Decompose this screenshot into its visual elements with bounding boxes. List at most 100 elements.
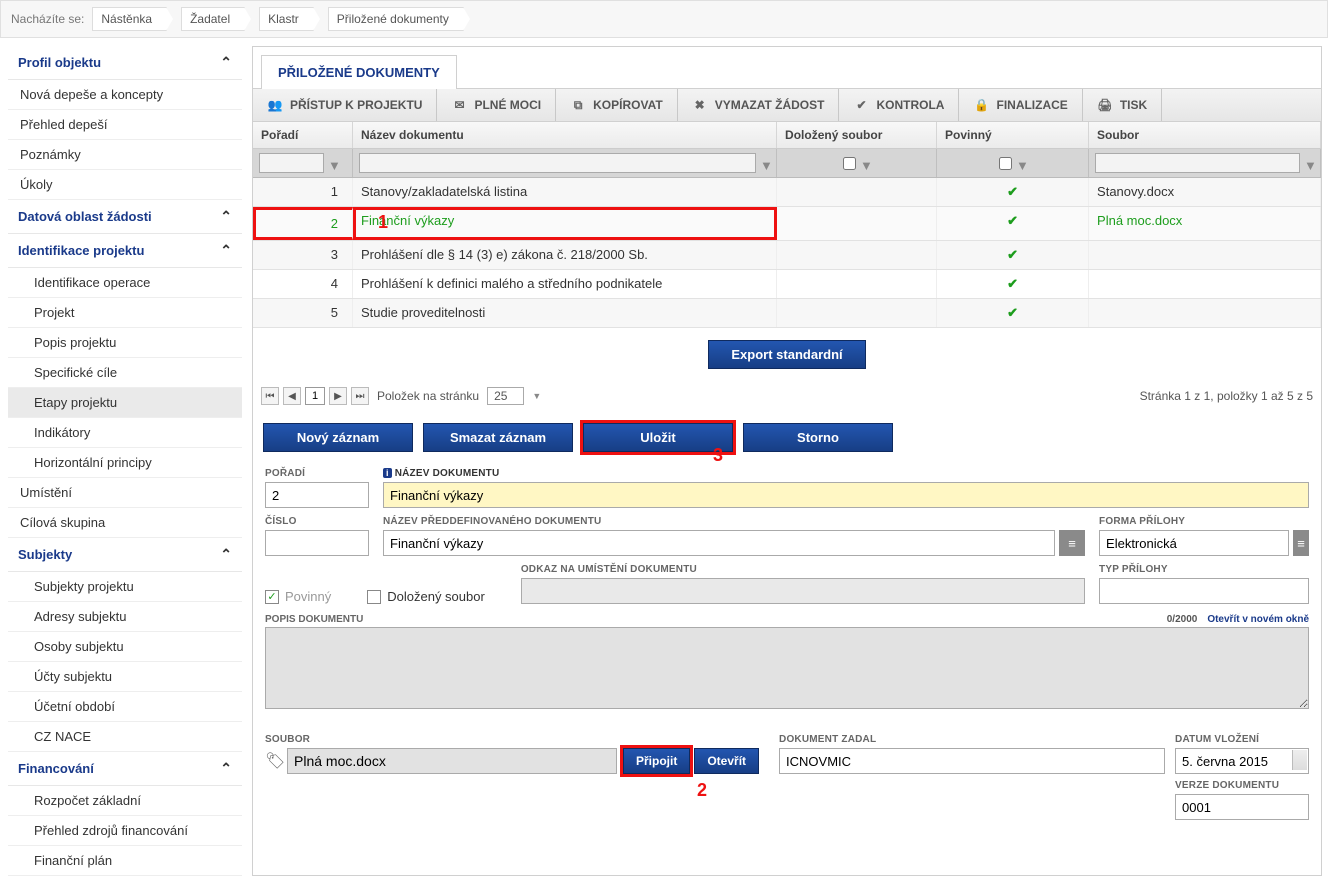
- toolbar-copy-button[interactable]: ⧉KOPÍROVAT: [556, 89, 678, 121]
- input-verze[interactable]: [1175, 794, 1309, 820]
- sidebar-item[interactable]: Subjekty projektu: [8, 572, 242, 602]
- delete-record-button[interactable]: Smazat záznam: [423, 423, 573, 452]
- funnel-icon[interactable]: ▼: [328, 158, 338, 168]
- breadcrumb-item[interactable]: Žadatel: [181, 7, 245, 31]
- textarea-popis[interactable]: [265, 627, 1309, 709]
- input-nazev-pred[interactable]: [383, 530, 1055, 556]
- detail-form: POŘADÍ iNÁZEV DOKUMENTU ČÍSLO NÁZEV PŘED…: [253, 464, 1321, 842]
- sidebar-item[interactable]: Cílová skupina: [8, 508, 242, 538]
- toolbar-print-button[interactable]: 🖨TISK: [1083, 89, 1162, 121]
- breadcrumb-item[interactable]: Přiložené dokumenty: [328, 7, 464, 31]
- popis-open-new-window[interactable]: Otevřít v novém okně: [1207, 614, 1309, 625]
- funnel-icon[interactable]: ▼: [1016, 158, 1026, 168]
- funnel-icon[interactable]: ▼: [760, 158, 770, 168]
- sidebar-item[interactable]: Popis projektu: [8, 328, 242, 358]
- table-row[interactable]: 5Studie proveditelnosti✔: [253, 299, 1321, 328]
- input-soubor[interactable]: [287, 748, 617, 774]
- pager-last[interactable]: ⏭: [351, 387, 369, 405]
- checkbox-dolozeny[interactable]: [367, 590, 381, 604]
- sidebar-item[interactable]: Rozpočet základní: [8, 786, 242, 816]
- sidebar-item[interactable]: Úkoly: [8, 170, 242, 200]
- checkbox-povinny-row: ✓ Povinný: [265, 589, 331, 604]
- toolbar-check-button[interactable]: ✔KONTROLA: [839, 89, 959, 121]
- input-cislo[interactable]: [265, 530, 369, 556]
- toolbar-mail-button[interactable]: ✉PLNÉ MOCI: [437, 89, 556, 121]
- sidebar-section-head[interactable]: Subjekty⌃: [8, 538, 242, 572]
- funnel-icon[interactable]: ▼: [1304, 158, 1314, 168]
- sidebar-item[interactable]: Indikátory: [8, 418, 242, 448]
- sidebar-section-head[interactable]: Profil objektu⌃: [8, 46, 242, 80]
- sidebar-item[interactable]: Účetní období: [8, 692, 242, 722]
- lookup-forma-icon[interactable]: ≡: [1293, 530, 1309, 556]
- input-forma[interactable]: [1099, 530, 1289, 556]
- tab-attached-docs[interactable]: PŘILOŽENÉ DOKUMENTY: [261, 55, 457, 89]
- pager-first[interactable]: ⏮: [261, 387, 279, 405]
- table-row[interactable]: 3Prohlášení dle § 14 (3) e) zákona č. 21…: [253, 241, 1321, 270]
- toolbar-lock-button[interactable]: 🔒FINALIZACE: [959, 89, 1082, 121]
- filter-povinny-check[interactable]: [999, 157, 1012, 170]
- sidebar-item[interactable]: Identifikace operace: [8, 268, 242, 298]
- breadcrumb-item[interactable]: Nástěnka: [92, 7, 167, 31]
- col-header-nazev[interactable]: Název dokumentu: [353, 122, 777, 148]
- filter-soubor[interactable]: [1095, 153, 1300, 173]
- label-zadal: DOKUMENT ZADAL: [779, 734, 1165, 745]
- col-header-dolozeny[interactable]: Doložený soubor: [777, 122, 937, 148]
- sidebar-item[interactable]: Adresy subjektu: [8, 602, 242, 632]
- input-datum[interactable]: [1175, 748, 1309, 774]
- save-button[interactable]: Uložit: [583, 423, 733, 452]
- export-button[interactable]: Export standardní: [708, 340, 865, 369]
- attach-button[interactable]: Připojit: [623, 748, 690, 774]
- open-file-button[interactable]: Otevřít: [694, 748, 759, 774]
- label-typ: TYP PŘÍLOHY: [1099, 564, 1309, 575]
- filter-poradi[interactable]: [259, 153, 324, 173]
- toolbar-x-button[interactable]: ✖VYMAZAT ŽÁDOST: [678, 89, 840, 121]
- col-header-povinny[interactable]: Povinný: [937, 122, 1089, 148]
- pager-page-input[interactable]: [305, 387, 325, 405]
- filter-dolozeny-check[interactable]: [843, 157, 856, 170]
- sidebar-item[interactable]: Etapy projektu: [8, 388, 242, 418]
- input-zadal[interactable]: [779, 748, 1165, 774]
- toolbar-users-button[interactable]: 👥PŘÍSTUP K PROJEKTU: [253, 89, 437, 121]
- sidebar-item[interactable]: CZ NACE: [8, 722, 242, 752]
- sidebar-item[interactable]: Projekt: [8, 298, 242, 328]
- check-icon: ✔: [1007, 276, 1018, 291]
- breadcrumb: Nacházíte se: Nástěnka Žadatel Klastr Př…: [0, 0, 1328, 38]
- sidebar-item[interactable]: Osoby subjektu: [8, 632, 242, 662]
- input-odkaz[interactable]: [521, 578, 1085, 604]
- sidebar-section-head[interactable]: Financování⌃: [8, 752, 242, 786]
- table-row[interactable]: 4Prohlášení k definici malého a středníh…: [253, 270, 1321, 299]
- checkbox-dolozeny-row: Doložený soubor: [367, 589, 485, 604]
- sidebar-section-head[interactable]: Identifikace projektu⌃: [8, 234, 242, 268]
- sidebar-item[interactable]: Horizontální principy: [8, 448, 242, 478]
- sidebar-item[interactable]: Přehled zdrojů financování: [8, 816, 242, 846]
- mail-icon: ✉: [451, 97, 467, 113]
- pager-perpage-select[interactable]: 25: [487, 387, 524, 405]
- pager-prev[interactable]: ◀: [283, 387, 301, 405]
- checkbox-povinny[interactable]: ✓: [265, 590, 279, 604]
- sidebar-item[interactable]: Finanční plán: [8, 846, 242, 876]
- sidebar-item[interactable]: Účty subjektu: [8, 662, 242, 692]
- label-forma: FORMA PŘÍLOHY: [1099, 516, 1309, 527]
- filter-nazev[interactable]: [359, 153, 756, 173]
- sidebar-item[interactable]: Specifické cíle: [8, 358, 242, 388]
- breadcrumb-item[interactable]: Klastr: [259, 7, 314, 31]
- pager-next[interactable]: ▶: [329, 387, 347, 405]
- new-record-button[interactable]: Nový záznam: [263, 423, 413, 452]
- cancel-button[interactable]: Storno: [743, 423, 893, 452]
- table-row[interactable]: 21Finanční výkazy✔Plná moc.docx: [253, 207, 1321, 241]
- chevron-up-icon: ⌃: [220, 546, 232, 563]
- sidebar-item[interactable]: Nová depeše a koncepty: [8, 80, 242, 110]
- sidebar-section-head[interactable]: Datová oblast žádosti⌃: [8, 200, 242, 234]
- col-header-soubor[interactable]: Soubor: [1089, 122, 1321, 148]
- input-poradi[interactable]: [265, 482, 369, 508]
- label-povinny: Povinný: [285, 589, 331, 604]
- sidebar-item[interactable]: Přehled depeší: [8, 110, 242, 140]
- input-typ[interactable]: [1099, 578, 1309, 604]
- sidebar-item[interactable]: Poznámky: [8, 140, 242, 170]
- sidebar-item[interactable]: Umístění: [8, 478, 242, 508]
- lookup-nazev-pred-icon[interactable]: ≡: [1059, 530, 1085, 556]
- input-nazev-dokumentu[interactable]: [383, 482, 1309, 508]
- table-row[interactable]: 1Stanovy/zakladatelská listina✔Stanovy.d…: [253, 178, 1321, 207]
- funnel-icon[interactable]: ▼: [860, 158, 870, 168]
- col-header-poradi[interactable]: Pořadí: [253, 122, 353, 148]
